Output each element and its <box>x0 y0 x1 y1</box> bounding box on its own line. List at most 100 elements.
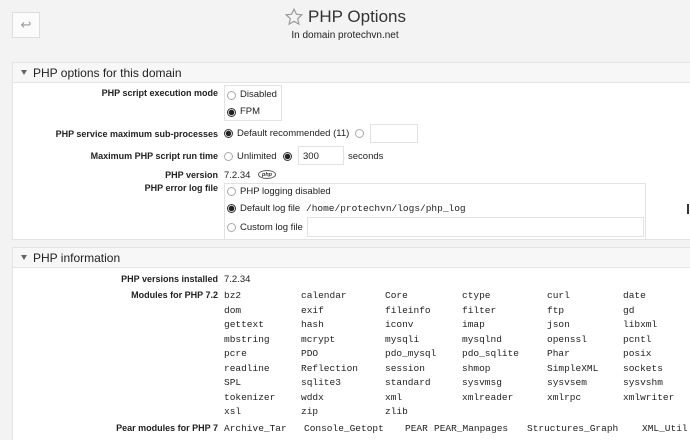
module-item: session <box>385 362 425 374</box>
max-sub-label: PHP service maximum sub-processes <box>55 129 218 139</box>
error-log-disabled-label: PHP logging disabled <box>240 186 331 197</box>
page-header: PHP Options In domain protechvn.net <box>0 0 690 41</box>
module-item: wddx <box>301 391 324 403</box>
module-item: Reflection <box>301 362 359 374</box>
pear-module-item: Console_Getopt <box>304 423 384 434</box>
module-item: sqlite3 <box>301 377 341 388</box>
module-item: pdo_sqlite <box>462 348 520 359</box>
module-item: shmop <box>462 362 491 374</box>
module-item: mysqli <box>385 333 420 345</box>
module-item: iconv <box>385 319 414 330</box>
php-options-section: PHP options for this domain PHP script e… <box>12 62 690 240</box>
module-item: Phar <box>547 348 570 359</box>
max-runtime-unlimited-radio[interactable] <box>224 152 233 161</box>
caret-down-icon <box>21 255 27 260</box>
error-log-default-radio[interactable] <box>227 204 236 213</box>
module-item: sysvmsg <box>462 377 502 388</box>
module-item: openssl <box>547 333 587 345</box>
section-title: PHP information <box>33 250 121 265</box>
module-item: xml <box>385 391 403 403</box>
pear-module-item: PEAR_Manpages <box>434 423 509 434</box>
module-item: mbstring <box>224 333 270 345</box>
pear-module-item: Archive_Tar <box>224 423 287 434</box>
exec-mode-fpm-label: FPM <box>240 106 261 117</box>
module-item: json <box>547 319 570 330</box>
max-sub-default-radio[interactable] <box>224 129 233 138</box>
php-information-section-header[interactable]: PHP information <box>13 248 690 268</box>
error-log-default-path: /home/protechvn/logs/php_log <box>306 203 466 214</box>
module-item: sysvshm <box>623 377 663 388</box>
pear-modules-label: Pear modules for PHP 7 <box>116 423 218 433</box>
module-item: filter <box>462 304 497 316</box>
module-item: xmlrpc <box>547 391 582 403</box>
max-runtime-value-radio[interactable] <box>283 152 292 161</box>
module-item: xsl <box>224 406 242 417</box>
page-subtitle: In domain protechvn.net <box>291 30 399 41</box>
module-item: dom <box>224 304 242 316</box>
modules-label: Modules for PHP 7.2 <box>131 290 218 300</box>
max-sub-custom-radio[interactable] <box>355 129 364 138</box>
module-item: pcre <box>224 348 247 359</box>
exec-mode-disabled-radio[interactable] <box>227 91 236 100</box>
php-information-section: PHP information PHP versions installed 7… <box>12 247 690 440</box>
error-log-custom-radio[interactable] <box>227 223 236 232</box>
max-runtime-label: Maximum PHP script run time <box>90 151 218 161</box>
module-item: PDO <box>301 348 319 359</box>
pear-module-item: PEAR <box>405 423 428 434</box>
error-log-disabled-radio[interactable] <box>227 187 236 196</box>
pear-module-item: Structures_Graph <box>527 423 619 434</box>
error-log-custom-input[interactable] <box>307 217 644 237</box>
module-item: standard <box>385 377 431 388</box>
module-item: gd <box>623 304 635 316</box>
error-log-custom-label: Custom log file <box>240 222 303 233</box>
module-item: xmlreader <box>462 391 514 403</box>
module-item: ftp <box>547 304 565 316</box>
max-sub-custom-input[interactable] <box>370 124 418 143</box>
module-item: imap <box>462 319 485 330</box>
module-item: sysvsem <box>547 377 587 388</box>
php-version-label: PHP version <box>165 170 218 180</box>
module-item: calendar <box>301 290 347 301</box>
module-item: tokenizer <box>224 391 276 403</box>
max-runtime-unit: seconds <box>348 151 384 162</box>
php-logo-icon: php <box>258 170 276 179</box>
module-item: readline <box>224 362 270 374</box>
php-versions-label: PHP versions installed <box>121 274 218 284</box>
pear-module-item: XML_Util <box>642 423 688 434</box>
php-versions-value: 7.2.34 <box>224 274 251 285</box>
module-item: mysqlnd <box>462 333 502 345</box>
module-item: Core <box>385 290 408 301</box>
module-item: zip <box>301 406 319 417</box>
star-icon[interactable] <box>284 7 304 27</box>
exec-mode-fpm-radio[interactable] <box>227 108 236 117</box>
module-item: bz2 <box>224 290 242 301</box>
section-title: PHP options for this domain <box>33 65 182 80</box>
module-item: libxml <box>623 319 658 330</box>
module-item: mcrypt <box>301 333 336 345</box>
module-item: pcntl <box>623 333 652 345</box>
module-item: curl <box>547 290 570 301</box>
module-item: posix <box>623 348 652 359</box>
max-runtime-input[interactable]: 300 <box>298 146 344 165</box>
error-log-label: PHP error log file <box>144 183 218 193</box>
php-options-section-header[interactable]: PHP options for this domain <box>13 63 690 83</box>
exec-mode-disabled-label: Disabled <box>240 89 277 100</box>
page-title: PHP Options <box>308 7 406 26</box>
module-item: hash <box>301 319 324 330</box>
module-item: pdo_mysql <box>385 348 437 359</box>
caret-down-icon <box>21 70 27 75</box>
error-log-default-label: Default log file <box>240 203 301 214</box>
module-item: fileinfo <box>385 304 431 316</box>
php-version-value: 7.2.34 <box>224 170 251 181</box>
module-item: ctype <box>462 290 491 301</box>
module-item: xmlwriter <box>623 391 675 403</box>
module-item: SimpleXML <box>547 362 599 374</box>
module-item: exif <box>301 304 324 316</box>
module-item: date <box>623 290 646 301</box>
module-item: gettext <box>224 319 264 330</box>
module-item: SPL <box>224 377 242 388</box>
max-runtime-unlimited-label: Unlimited <box>237 151 277 162</box>
scrollbar-marker[interactable] <box>687 204 689 214</box>
exec-mode-label: PHP script execution mode <box>101 88 218 98</box>
module-item: sockets <box>623 362 663 374</box>
